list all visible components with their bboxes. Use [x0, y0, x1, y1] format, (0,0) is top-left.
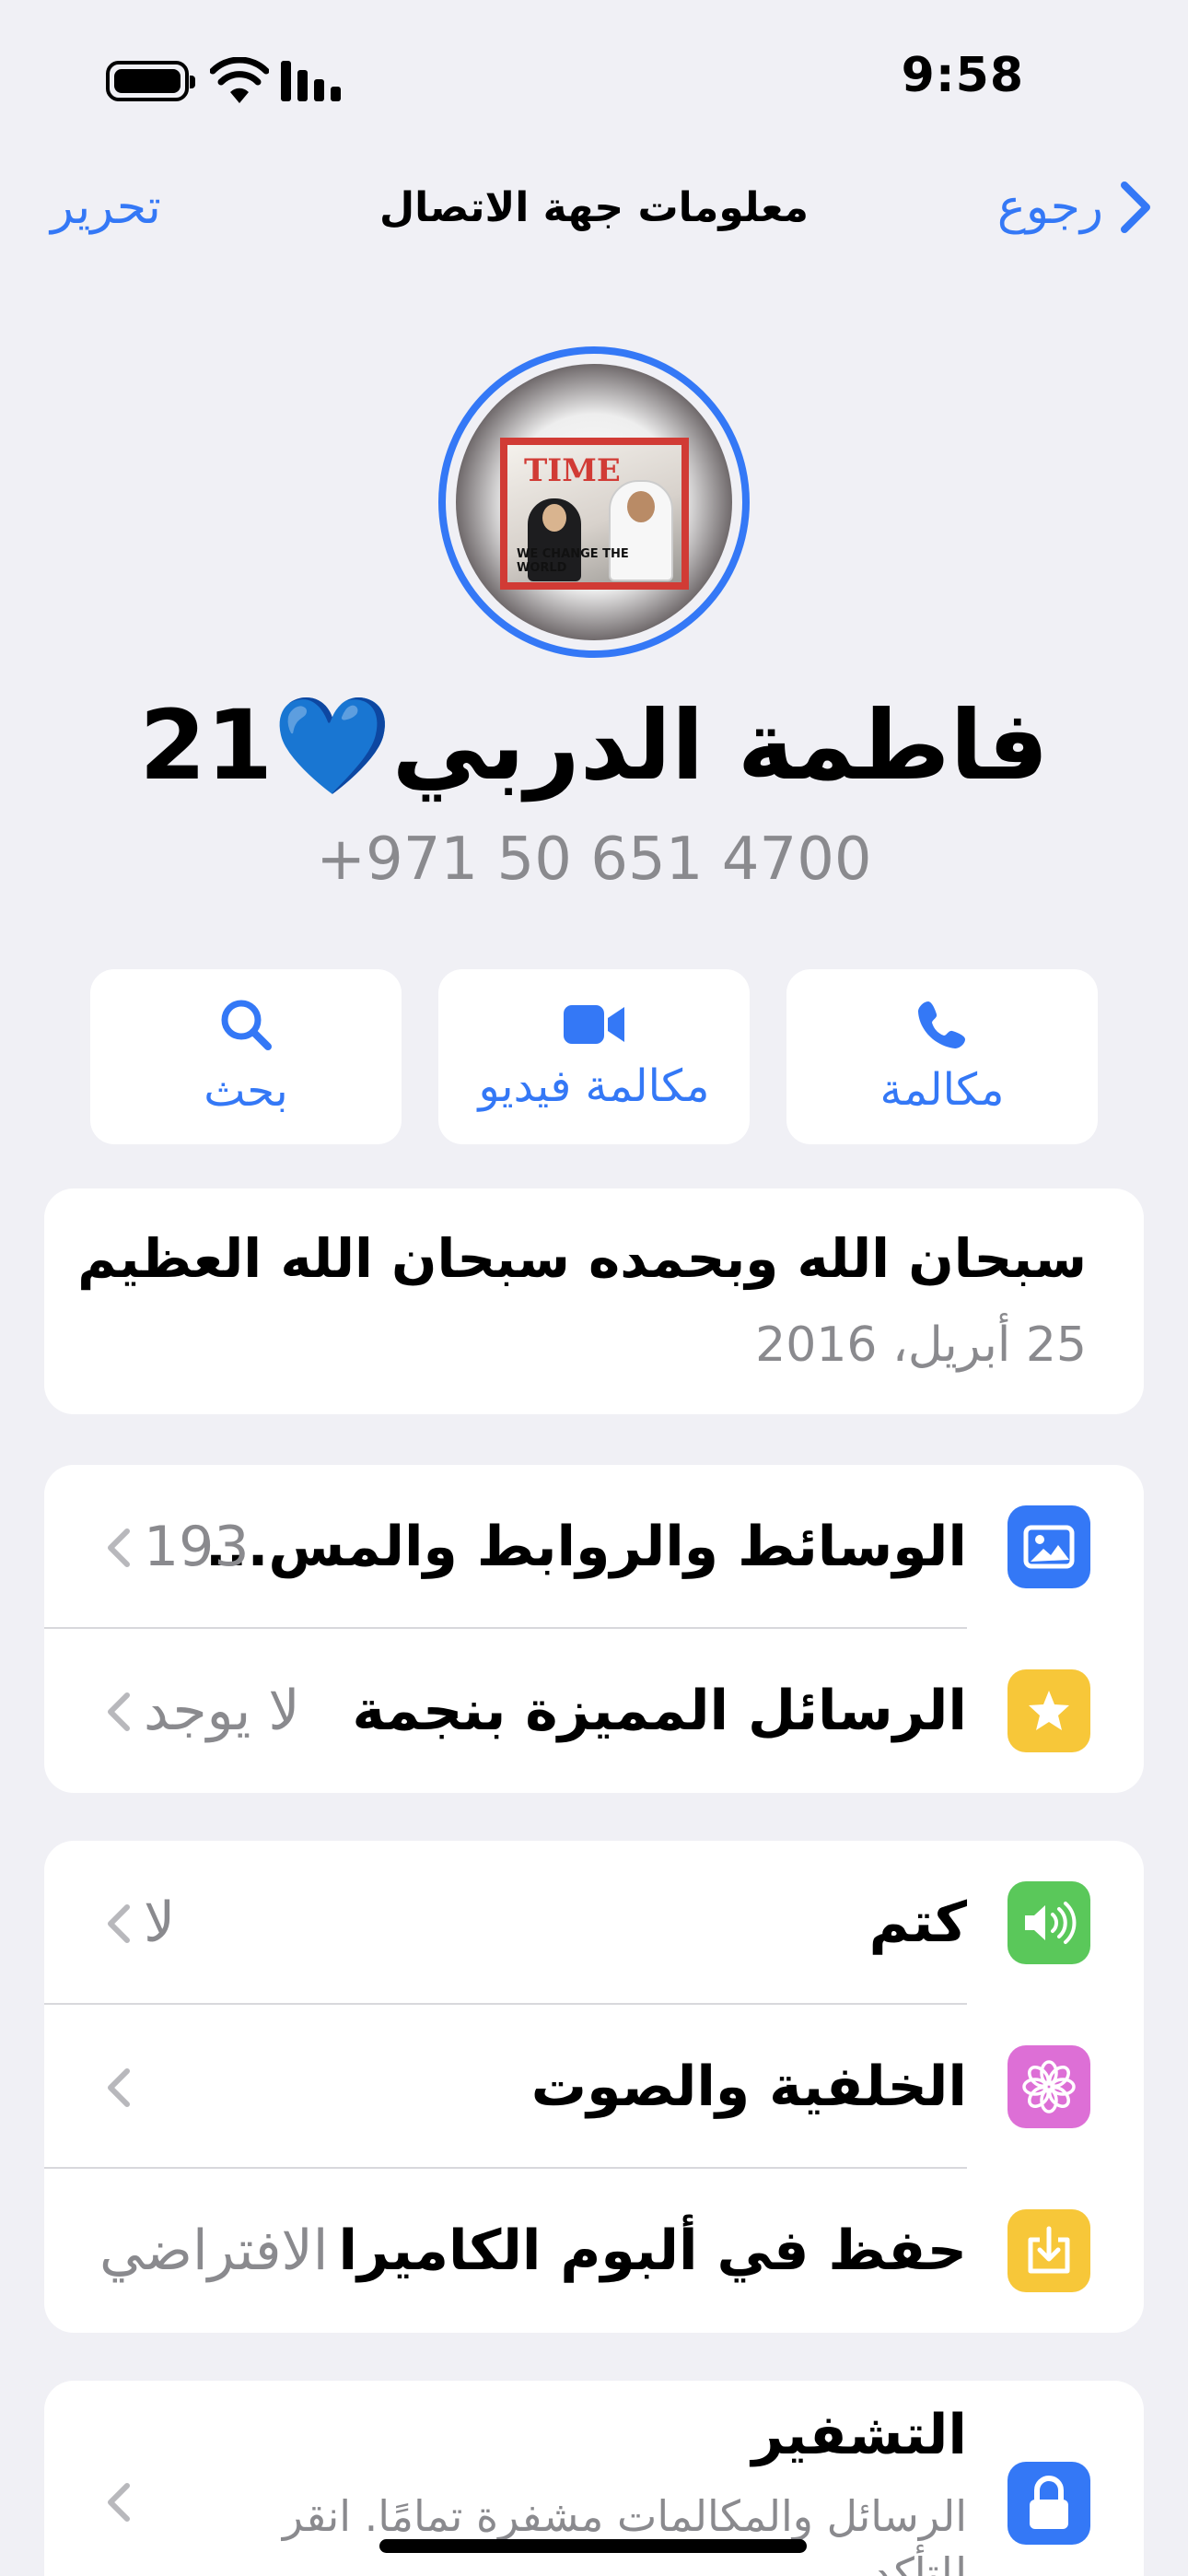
video-icon — [564, 1005, 624, 1044]
battery-icon — [106, 61, 195, 101]
status-time: 9:58 — [901, 48, 1024, 103]
chevron-right-icon — [1121, 181, 1150, 233]
wifi-icon — [210, 57, 269, 103]
magazine-cover-image: TIME WE CHANGE THE WORLD — [500, 438, 689, 590]
about-card: سبحان الله وبحمده سبحان الله العظيم 25 أ… — [44, 1188, 1144, 1414]
back-button[interactable]: رجوع — [997, 166, 1151, 249]
encryption-subtitle: الرسائل والمكالمات مشفرة تمامًا. انقر لل… — [282, 2491, 967, 2576]
search-label: بحث — [204, 1065, 288, 1117]
row-label: كتم — [868, 1891, 967, 1955]
mute-row[interactable]: كتم لا — [44, 1841, 1144, 2005]
row-value: لا يوجد — [144, 1679, 300, 1743]
contact-phone: +971 50 651 4700 — [316, 825, 872, 894]
call-label: مكالمة — [879, 1064, 1005, 1116]
avatar[interactable]: TIME WE CHANGE THE WORLD — [438, 346, 750, 658]
media-card: الوسائط والروابط والمس... 193 الرسائل ال… — [44, 1465, 1144, 1793]
encryption-title: التشفير — [751, 2403, 967, 2467]
chevron-left-icon — [108, 2068, 130, 2107]
starred-messages-row[interactable]: الرسائل المميزة بنجمة لا يوجد — [44, 1629, 1144, 1793]
wallpaper-sound-row[interactable]: الخلفية والصوت — [44, 2005, 1144, 2169]
search-button[interactable]: بحث — [90, 969, 402, 1144]
video-call-label: مكالمة فيديو — [478, 1060, 710, 1112]
signal-icon — [281, 59, 347, 101]
phone-icon — [918, 1001, 965, 1048]
search-icon — [221, 1000, 272, 1050]
nav-bar: معلومات جهة الاتصال رجوع تحرير — [0, 166, 1188, 249]
row-value: الافتراضي — [99, 2219, 329, 2283]
row-label: الخلفية والصوت — [530, 2055, 967, 2119]
lock-icon — [1007, 2462, 1090, 2545]
save-icon — [1007, 2209, 1090, 2292]
avatar-photo: TIME WE CHANGE THE WORLD — [456, 364, 732, 640]
chevron-left-icon — [108, 1692, 130, 1731]
call-button[interactable]: مكالمة — [786, 969, 1098, 1144]
contact-info-screen: 9:58 معلومات جهة الاتصال رجوع تحرير TIME… — [0, 0, 1188, 2576]
media-links-docs-row[interactable]: الوسائط والروابط والمس... 193 — [44, 1465, 1144, 1629]
about-text: سبحان الله وبحمده سبحان الله العظيم — [77, 1227, 1087, 1290]
chevron-left-icon — [108, 1528, 130, 1567]
back-label: رجوع — [996, 180, 1103, 235]
photo-icon — [1007, 1505, 1090, 1588]
save-to-camera-roll-row[interactable]: حفظ في ألبوم الكاميرا الافتراضي — [44, 2169, 1144, 2333]
chevron-left-icon — [108, 1904, 130, 1943]
status-bar: 9:58 — [0, 0, 1188, 161]
row-label: الوسائط والروابط والمس... — [205, 1515, 967, 1579]
speaker-icon — [1007, 1881, 1090, 1964]
row-label: الرسائل المميزة بنجمة — [352, 1679, 967, 1743]
chevron-left-icon — [108, 2483, 130, 2522]
row-label: حفظ في ألبوم الكاميرا — [338, 2219, 967, 2283]
home-indicator[interactable] — [379, 2539, 807, 2553]
about-date: 25 أبريل، 2016 — [755, 1317, 1087, 1373]
row-value: 193 — [144, 1515, 250, 1579]
flower-icon — [1007, 2045, 1090, 2128]
settings-card: كتم لا الخلفية والصوت حفظ في ألبوم الكام… — [44, 1841, 1144, 2333]
row-value: لا — [144, 1891, 176, 1955]
action-buttons: بحث مكالمة فيديو مكالمة — [90, 969, 1098, 1144]
star-icon — [1007, 1669, 1090, 1752]
video-call-button[interactable]: مكالمة فيديو — [438, 969, 750, 1144]
contact-name: فاطمة الدربي💙21 — [139, 689, 1049, 802]
edit-button[interactable]: تحرير — [51, 166, 161, 249]
